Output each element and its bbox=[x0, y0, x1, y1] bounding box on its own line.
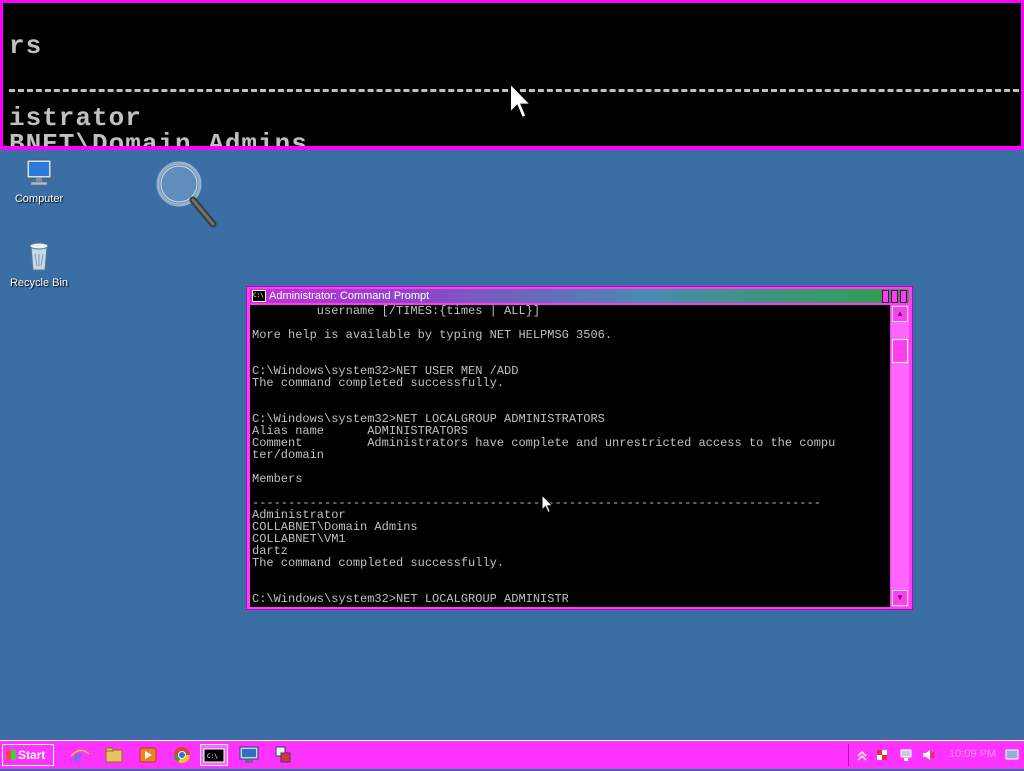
computer-icon bbox=[26, 159, 52, 186]
taskbar-item-media-player[interactable] bbox=[134, 744, 162, 766]
mouse-pointer-icon bbox=[541, 494, 554, 514]
desktop-icon-recycle-bin[interactable]: Recycle Bin bbox=[4, 240, 74, 289]
start-label: Start bbox=[18, 748, 46, 762]
taskbar: Start e C:\ 10:09 PM bbox=[0, 740, 1024, 769]
minimize-button[interactable] bbox=[882, 290, 889, 303]
close-button[interactable] bbox=[900, 290, 907, 303]
magnified-pointer-icon bbox=[509, 81, 534, 120]
taskbar-clock[interactable]: 10:09 PM bbox=[949, 748, 996, 760]
scrollbar-thumb[interactable] bbox=[892, 339, 908, 363]
taskbar-item-internet-explorer[interactable]: e bbox=[66, 744, 94, 766]
desktop-icon-label: Recycle Bin bbox=[9, 277, 69, 289]
scroll-down-arrow-icon[interactable]: ▼ bbox=[892, 590, 908, 606]
desktop-icon-label: Computer bbox=[14, 193, 64, 205]
remote-desktop-icon bbox=[239, 746, 259, 763]
console-text: username [/TIMES:{times | ALL}] More hel… bbox=[252, 305, 836, 606]
show-hidden-icons-icon[interactable] bbox=[855, 748, 869, 762]
scroll-up-arrow-icon[interactable]: ▲ bbox=[892, 306, 908, 322]
magnifier-icon[interactable] bbox=[155, 158, 219, 230]
vertical-scrollbar[interactable]: ▲ ▼ bbox=[891, 305, 909, 607]
taskbar-item-network-app[interactable] bbox=[269, 744, 297, 766]
system-tray: 10:09 PM bbox=[848, 744, 1023, 766]
volume-icon[interactable] bbox=[921, 748, 935, 762]
network-app-icon bbox=[275, 746, 291, 763]
window-titlebar[interactable]: C:\. Administrator: Command Prompt bbox=[250, 289, 909, 303]
console-output[interactable]: username [/TIMES:{times | ALL}] More hel… bbox=[250, 305, 890, 607]
desktop-icon-computer[interactable]: Computer bbox=[4, 158, 74, 205]
magnifier-window: rs istrator BNET\Domain Admins bbox=[0, 0, 1024, 150]
command-prompt-icon: C:\ bbox=[203, 748, 225, 763]
recycle-bin-icon bbox=[29, 242, 49, 271]
taskbar-item-chrome[interactable] bbox=[168, 744, 196, 766]
svg-text:e: e bbox=[74, 746, 82, 766]
file-explorer-icon bbox=[105, 747, 123, 763]
taskbar-item-file-explorer[interactable] bbox=[100, 744, 128, 766]
action-center-flag-icon[interactable] bbox=[875, 748, 889, 762]
internet-explorer-icon: e bbox=[70, 746, 90, 766]
magnified-text-line: rs bbox=[9, 31, 43, 61]
svg-text:C:\: C:\ bbox=[207, 753, 218, 760]
network-icon[interactable] bbox=[899, 748, 913, 762]
magnified-text-line: BNET\Domain Admins bbox=[9, 129, 308, 150]
start-button[interactable]: Start bbox=[2, 744, 54, 766]
console-icon: C:\. bbox=[252, 290, 267, 302]
media-player-icon bbox=[139, 747, 157, 763]
window-title: Administrator: Command Prompt bbox=[269, 290, 430, 302]
taskbar-item-command-prompt[interactable]: C:\ bbox=[200, 744, 228, 766]
windows-logo-icon bbox=[6, 750, 16, 760]
command-prompt-window[interactable]: C:\. Administrator: Command Prompt userna… bbox=[246, 286, 913, 610]
chrome-icon bbox=[173, 747, 191, 764]
maximize-button[interactable] bbox=[891, 290, 898, 303]
taskbar-item-remote-desktop[interactable] bbox=[235, 744, 263, 766]
show-desktop-icon[interactable] bbox=[1005, 748, 1019, 762]
